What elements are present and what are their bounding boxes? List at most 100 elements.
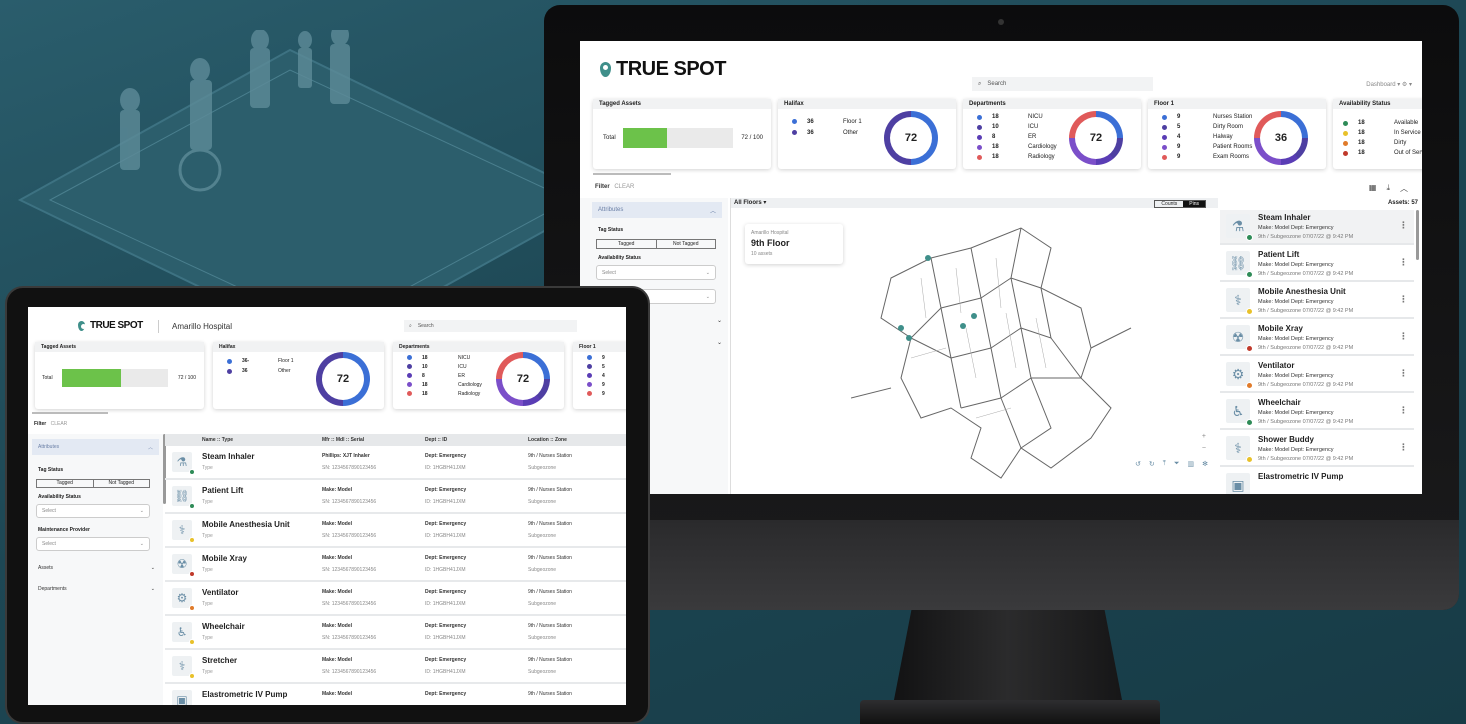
settings-icon[interactable]: ✻ bbox=[1202, 460, 1208, 468]
tagged-option[interactable]: Tagged bbox=[597, 240, 656, 248]
more-options-icon[interactable]: ⋮ bbox=[1399, 257, 1408, 268]
truespot-logo[interactable]: TRUE SPOT bbox=[78, 320, 143, 331]
column-header-name[interactable]: Name :: Type bbox=[202, 437, 233, 443]
tagged-option[interactable]: Tagged bbox=[37, 480, 93, 487]
availability-select[interactable]: Select ⌄ bbox=[596, 265, 716, 280]
legend-dot bbox=[587, 355, 592, 360]
legend-label: Patient Rooms bbox=[1213, 144, 1253, 150]
tag-status-toggle[interactable]: Tagged Not Tagged bbox=[596, 239, 716, 249]
more-options-icon[interactable]: ⋮ bbox=[1399, 220, 1408, 231]
asset-location: 9th / Nurses Station bbox=[528, 521, 572, 527]
attributes-accordion[interactable]: Attributes ︿ bbox=[32, 439, 159, 455]
more-options-icon[interactable]: ⋮ bbox=[1399, 368, 1408, 379]
tag-status-toggle[interactable]: Tagged Not Tagged bbox=[36, 479, 150, 488]
collapse-icon[interactable]: ︿ bbox=[1400, 183, 1408, 194]
list-scrollbar[interactable] bbox=[1416, 210, 1419, 260]
filter-icon[interactable]: ⏷ bbox=[1174, 460, 1180, 468]
zoom-in-icon[interactable]: + bbox=[1202, 431, 1206, 443]
legend-label: NICU bbox=[1028, 114, 1043, 120]
legend-count: 36 bbox=[242, 368, 248, 374]
asset-list-item[interactable]: ⚕ Shower Buddy Make: Model Dept: Emergency… bbox=[1220, 432, 1414, 467]
undo-icon[interactable]: ↺ bbox=[1135, 460, 1141, 468]
map-pin-icon[interactable] bbox=[925, 248, 931, 266]
table-row[interactable]: ⚙ Ventilator Type Make: Model SN: 1234567890… bbox=[165, 583, 626, 616]
more-options-icon[interactable]: ⋮ bbox=[1399, 442, 1408, 453]
asset-list-item[interactable]: ⚙ Ventilator Make: Model Dept: Emergency 9t… bbox=[1220, 358, 1414, 393]
asset-make: Make: Model Dept: Emergency bbox=[1258, 262, 1334, 268]
card-title: Halifax bbox=[778, 99, 956, 109]
asset-location: 9th / Nurses Station bbox=[528, 453, 572, 459]
table-view-icon[interactable]: ▦ bbox=[1369, 183, 1377, 194]
asset-list-item[interactable]: ⚗ Steam Inhaler Make: Model Dept: Emergenc… bbox=[1220, 210, 1414, 245]
departments-accordion[interactable]: Departments ⌄ bbox=[38, 584, 155, 594]
legend-item: 36 Floor 1 bbox=[792, 116, 862, 127]
pins-toggle[interactable]: Pins bbox=[1183, 201, 1205, 207]
table-row[interactable]: ⚕ Stretcher Type Make: Model SN: 12345678901… bbox=[165, 651, 626, 684]
legend-item: 18 NICU bbox=[977, 112, 1057, 122]
more-options-icon[interactable]: ⋮ bbox=[1399, 294, 1408, 305]
attributes-accordion[interactable]: Attributes ︿ bbox=[592, 202, 722, 218]
truespot-logo[interactable]: TRUE SPOT bbox=[600, 58, 726, 81]
search-input[interactable]: ⌕ Search bbox=[972, 77, 1153, 91]
availability-select[interactable]: Select ⌄ bbox=[36, 504, 150, 518]
map-pin-icon[interactable] bbox=[971, 306, 977, 324]
card-scrollbar[interactable] bbox=[593, 173, 671, 175]
map-pin-icon[interactable] bbox=[898, 318, 904, 336]
clear-filter-button[interactable]: CLEAR bbox=[51, 421, 68, 427]
table-row[interactable]: ▣ Elastrometric IV Pump Make: Model Dept: E… bbox=[165, 685, 626, 705]
asset-mfr: Make: Model bbox=[322, 521, 353, 527]
upload-icon[interactable]: ⤒ bbox=[1163, 460, 1166, 468]
legend-item: 18 NICU bbox=[407, 353, 482, 362]
table-row[interactable]: ⚕ Mobile Anesthesia Unit Type Make: Model SN… bbox=[165, 515, 626, 548]
departments-card: Departments 18 NICU 10 ICU 8 ER 18 Cardiology 18… bbox=[393, 342, 564, 409]
legend-label: Out of Serv bbox=[1394, 150, 1422, 156]
floor-selector[interactable]: All Floors ▾ bbox=[734, 199, 766, 206]
zoom-out-icon[interactable]: − bbox=[1202, 443, 1206, 455]
more-options-icon[interactable]: ⋮ bbox=[1399, 405, 1408, 416]
monitor-stand-base bbox=[860, 700, 1160, 724]
layout-icon[interactable]: ▥ bbox=[1188, 460, 1195, 468]
filter-bar: Filter CLEAR bbox=[34, 421, 67, 427]
asset-list-item[interactable]: ⛓ Patient Lift Make: Model Dept: Emergency… bbox=[1220, 247, 1414, 282]
table-row[interactable]: ☢ Mobile Xray Type Make: Model SN: 123456789… bbox=[165, 549, 626, 582]
floor1-card: Floor 1 9 Nurses Station 5 Dirty Room 4 Halwa… bbox=[1148, 99, 1326, 169]
table-row[interactable]: ⛓ Patient Lift Type Make: Model SN: 12345678… bbox=[165, 481, 626, 514]
legend-label: Other bbox=[278, 368, 291, 374]
asset-list-item[interactable]: ☢ Mobile Xray Make: Model Dept: Emergency 9… bbox=[1220, 321, 1414, 356]
floor-info-card[interactable]: Amarillo Hospital 9th Floor 10 assets bbox=[745, 224, 843, 264]
map-pin-icon[interactable] bbox=[960, 316, 966, 334]
asset-name: Patient Lift bbox=[202, 486, 244, 495]
maintenance-select[interactable]: Select ⌄ bbox=[36, 537, 150, 551]
table-row[interactable]: ⚗ Steam Inhaler Type Phillips: XJT Inhaler S… bbox=[165, 447, 626, 480]
table-row[interactable]: ♿ Wheelchair Type Make: Model SN: 1234567890… bbox=[165, 617, 626, 650]
search-input[interactable]: ⌕ Search bbox=[404, 320, 577, 332]
column-header-location[interactable]: Location :: Zone bbox=[528, 437, 567, 443]
not-tagged-option[interactable]: Not Tagged bbox=[655, 240, 716, 248]
not-tagged-option[interactable]: Not Tagged bbox=[92, 480, 150, 487]
map-pin-icon[interactable] bbox=[906, 328, 912, 346]
asset-location: 9th / Subgeozone 07/07/22 @ 9:42 PM bbox=[1258, 308, 1354, 314]
asset-list-item[interactable]: ⚕ Mobile Anesthesia Unit Make: Model Dept:… bbox=[1220, 284, 1414, 319]
asset-make: Make: Model Dept: Emergency bbox=[1258, 373, 1334, 379]
legend-count: 18 bbox=[992, 114, 999, 120]
asset-list-item[interactable]: ♿ Wheelchair Make: Model Dept: Emergency 9t… bbox=[1220, 395, 1414, 430]
accordion-label: Departments bbox=[38, 586, 67, 592]
hospital-name[interactable]: Amarillo Hospital bbox=[172, 322, 232, 331]
dashboard-menu[interactable]: Dashboard ▾ ⚙ ▾ bbox=[1366, 81, 1412, 88]
more-options-icon[interactable]: ⋮ bbox=[1399, 331, 1408, 342]
column-header-dept[interactable]: Dept :: ID bbox=[425, 437, 447, 443]
accordion-label: Attributes bbox=[38, 444, 60, 450]
view-toggle[interactable]: Counts Pins bbox=[1154, 200, 1206, 208]
assets-accordion[interactable]: Assets ⌄ bbox=[38, 563, 155, 573]
asset-list-item[interactable]: ▣ Elastrometric IV Pump bbox=[1220, 469, 1414, 494]
floor-map[interactable]: All Floors ▾ Counts Pins Amarillo Hospit… bbox=[730, 198, 1218, 494]
card-scrollbar[interactable] bbox=[32, 412, 108, 414]
redo-icon[interactable]: ↻ bbox=[1149, 460, 1155, 468]
column-header-mfr[interactable]: Mfr :: Mdl :: Serial bbox=[322, 437, 364, 443]
donut-total: 72 bbox=[890, 117, 932, 159]
counts-toggle[interactable]: Counts bbox=[1155, 201, 1183, 207]
zoom-controls[interactable]: + − bbox=[1202, 431, 1206, 455]
download-icon[interactable]: ⤓ bbox=[1386, 183, 1390, 194]
clear-filter-button[interactable]: CLEAR bbox=[614, 184, 634, 190]
legend-dot bbox=[1162, 114, 1167, 120]
